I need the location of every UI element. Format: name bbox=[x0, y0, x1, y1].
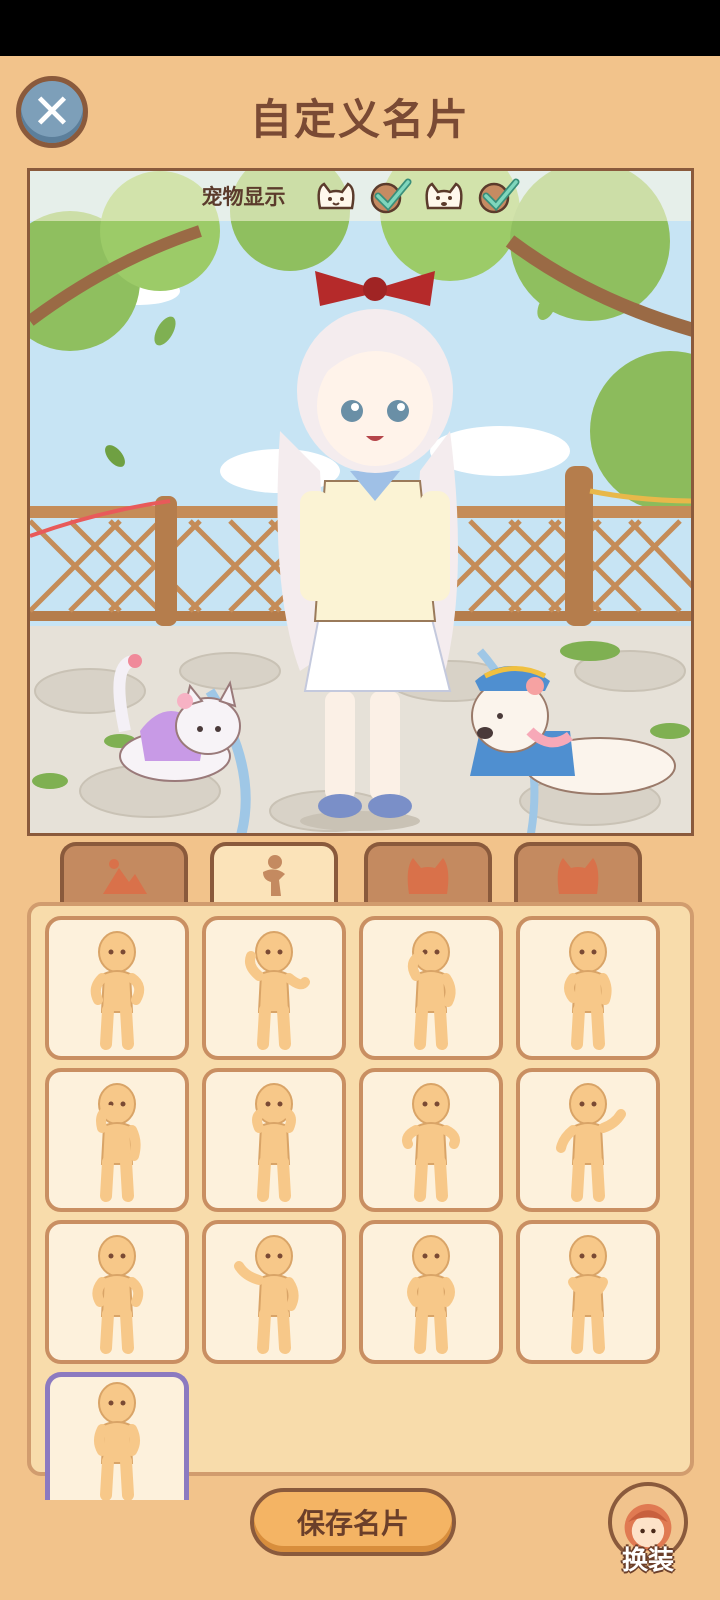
pose-option-10[interactable] bbox=[202, 1220, 346, 1364]
pose-option-1[interactable] bbox=[45, 916, 189, 1060]
tab-scenery[interactable] bbox=[60, 842, 188, 906]
pose-option-11[interactable] bbox=[359, 1220, 503, 1364]
status-bar bbox=[0, 0, 720, 56]
pose-figure-icon bbox=[407, 1235, 455, 1354]
pose-figure-icon bbox=[94, 1381, 140, 1500]
pose-option-5[interactable] bbox=[45, 1068, 189, 1212]
pose-figure-icon bbox=[96, 1083, 141, 1202]
pose-option-2[interactable] bbox=[202, 916, 346, 1060]
pose-figure-icon bbox=[564, 931, 612, 1050]
pose-option-9[interactable] bbox=[45, 1220, 189, 1364]
pet2-checkbox[interactable] bbox=[476, 178, 520, 214]
dog-pet-icon bbox=[424, 182, 463, 210]
scenery-icon bbox=[103, 859, 147, 894]
pose-option-8[interactable] bbox=[516, 1068, 660, 1212]
tab-pet-one[interactable] bbox=[364, 842, 492, 906]
pose-figure-icon bbox=[407, 931, 456, 1050]
scene-illustration bbox=[30, 171, 691, 833]
pose-figure-icon bbox=[234, 1235, 299, 1354]
pose-figure-icon bbox=[402, 1083, 460, 1202]
pose-figure-icon bbox=[92, 1235, 144, 1354]
pose-option-3[interactable] bbox=[359, 916, 503, 1060]
cat-pet-icon bbox=[407, 858, 449, 894]
pose-option-7[interactable] bbox=[359, 1068, 503, 1212]
card-preview-scene: 宠物显示 bbox=[27, 168, 694, 836]
close-button[interactable]: ✕ bbox=[16, 76, 88, 148]
pose-option-4[interactable] bbox=[516, 916, 660, 1060]
pet-display-label: 宠物显示 bbox=[201, 185, 286, 209]
tab-pose[interactable] bbox=[210, 842, 338, 906]
change-outfit-label: 换装 bbox=[621, 1546, 674, 1576]
customize-card-screen: ✕ 自定义名片 宠物显示 保存名片 换装 bbox=[0, 56, 720, 1600]
cat-pet-icon bbox=[316, 182, 355, 210]
pose-figure-icon bbox=[90, 931, 145, 1050]
pose-figure-icon bbox=[568, 1235, 608, 1354]
pose-icon bbox=[263, 855, 285, 896]
pet-display-bar: 宠物显示 bbox=[30, 171, 691, 221]
pet1-checkbox[interactable] bbox=[368, 178, 412, 214]
pose-figure-icon bbox=[556, 1083, 626, 1202]
pose-figure-icon bbox=[252, 1083, 296, 1202]
pose-option-12[interactable] bbox=[516, 1220, 660, 1364]
close-icon: ✕ bbox=[31, 84, 73, 140]
pose-option-13[interactable] bbox=[45, 1372, 189, 1500]
cat-pet-icon bbox=[557, 858, 599, 894]
page-title: 自定义名片 bbox=[249, 95, 470, 144]
pose-option-6[interactable] bbox=[202, 1068, 346, 1212]
tab-pet-two[interactable] bbox=[514, 842, 642, 906]
save-card-button[interactable]: 保存名片 bbox=[250, 1488, 456, 1556]
pose-figure-icon bbox=[245, 931, 310, 1050]
